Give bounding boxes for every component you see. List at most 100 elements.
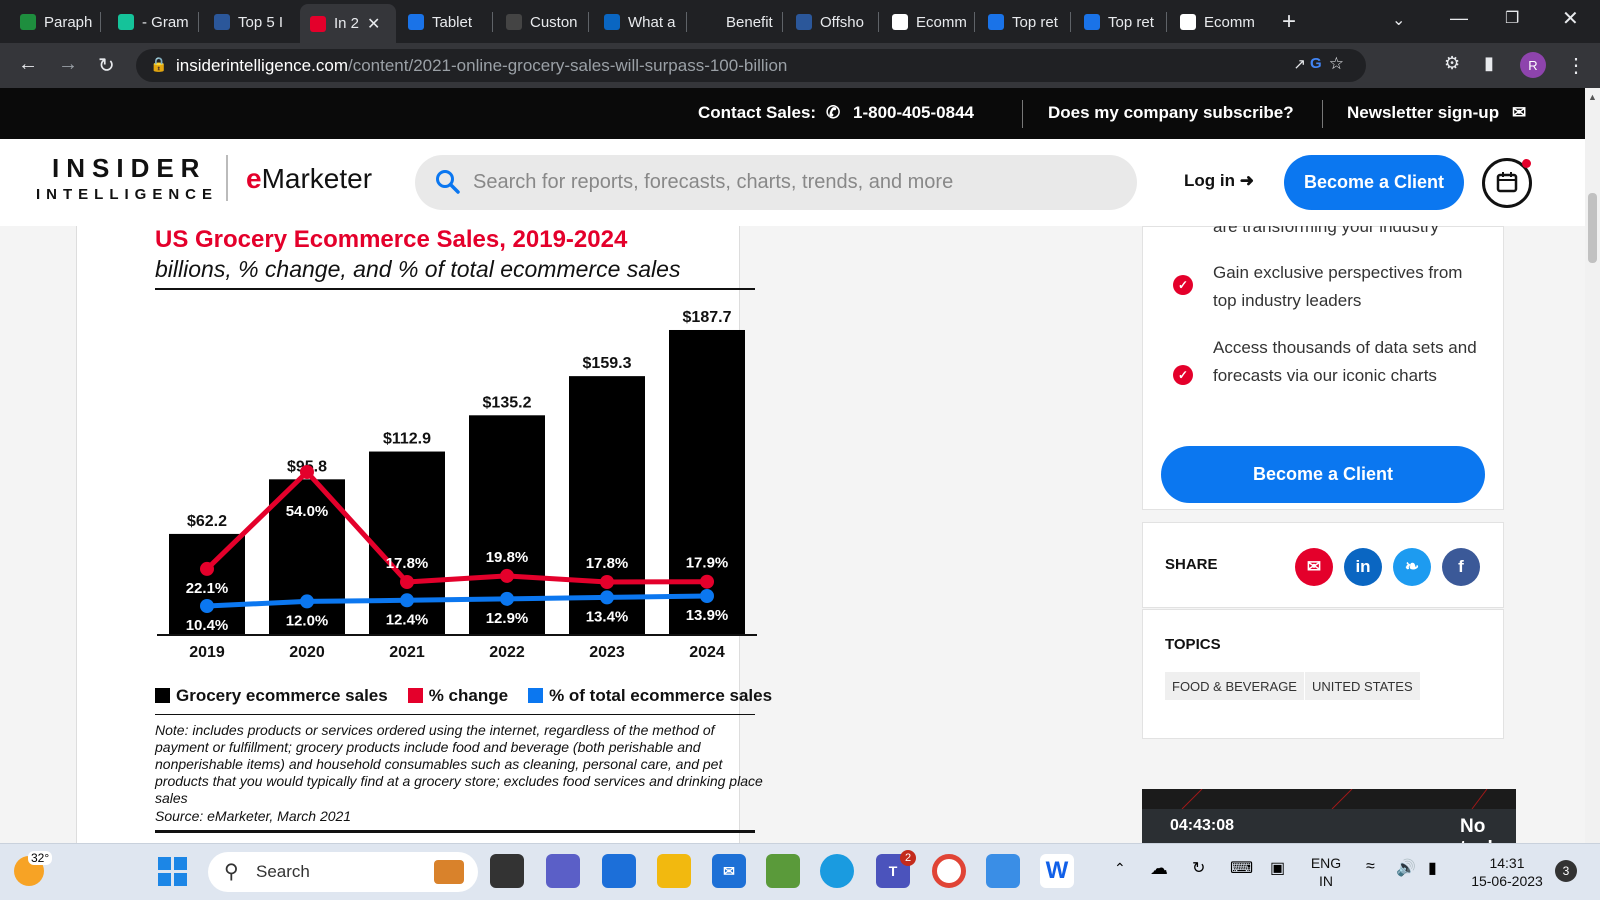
close-tab-icon[interactable]: ✕: [367, 14, 380, 34]
browser-tab[interactable]: Tablet: [398, 6, 490, 38]
wifi-icon[interactable]: ≈: [1366, 858, 1375, 876]
become-client-button-sidebar[interactable]: Become a Client: [1161, 446, 1485, 503]
bookmark-star-icon[interactable]: ☆: [1329, 54, 1344, 74]
mail-icon[interactable]: ✉: [712, 854, 746, 888]
browser-tab[interactable]: Ecomm: [882, 6, 972, 38]
browser-tab-strip: Paraph - Gram Top 5 I In 2 ✕ Tablet Custon What…: [0, 0, 1600, 43]
topic-tag[interactable]: FOOD & BEVERAGE: [1165, 672, 1304, 700]
x-tick-label: 2023: [589, 644, 625, 661]
promo-item: Gain exclusive perspectives from top ind…: [1213, 263, 1463, 310]
browser-tab[interactable]: Top ret: [1074, 6, 1164, 38]
battery-icon[interactable]: ▮: [1428, 858, 1437, 878]
teams-chat-icon[interactable]: [546, 854, 580, 888]
tray-chevron-icon[interactable]: ⌃: [1114, 860, 1126, 877]
legend-swatch-black: [155, 688, 170, 703]
google-lens-icon[interactable]: G: [1310, 55, 1322, 72]
scrollbar-thumb[interactable]: [1588, 193, 1597, 263]
back-icon[interactable]: ←: [18, 53, 38, 76]
browser-tab[interactable]: Benefit: [692, 6, 780, 38]
phone-link[interactable]: 1-800-405-0844: [853, 103, 974, 123]
finance-app-icon[interactable]: [766, 854, 800, 888]
linkedin-share-icon[interactable]: in: [1344, 548, 1382, 586]
bar: [369, 451, 445, 635]
site-search-input[interactable]: Search for reports, forecasts, charts, t…: [415, 155, 1137, 210]
tab-label: Paraph: [44, 13, 93, 31]
calendar-button[interactable]: [1482, 158, 1532, 208]
search-icon: ⚲: [224, 861, 239, 883]
email-share-icon[interactable]: ✉: [1295, 548, 1333, 586]
taskbar-search[interactable]: ⚲ Search: [208, 852, 478, 892]
chrome-icon[interactable]: [932, 854, 966, 888]
keyboard-icon[interactable]: ⌨: [1230, 858, 1253, 878]
taskbar-search-label: Search: [256, 862, 310, 881]
browser-tab[interactable]: Top ret: [978, 6, 1068, 38]
newsletter-link[interactable]: Newsletter sign-up: [1347, 103, 1499, 123]
mail-icon[interactable]: ✉: [1512, 103, 1526, 123]
new-tab-button[interactable]: +: [1282, 8, 1296, 36]
menu-kebab-icon[interactable]: ⋮: [1566, 53, 1586, 78]
onedrive-icon[interactable]: ☁: [1150, 858, 1168, 879]
store-icon[interactable]: [602, 854, 636, 888]
legend-label: % of total ecommerce sales: [549, 686, 773, 705]
windows-start-icon[interactable]: [158, 857, 188, 887]
browser-tab[interactable]: Custon: [496, 6, 586, 38]
facebook-share-icon[interactable]: f: [1442, 548, 1480, 586]
reload-icon[interactable]: ↻: [98, 53, 115, 78]
language-indicator[interactable]: ENG IN: [1306, 854, 1346, 890]
logo-insider[interactable]: INSIDER: [52, 153, 206, 184]
clock[interactable]: 14:31 15-06-2023: [1462, 854, 1552, 890]
check-icon: ✓: [1173, 365, 1193, 385]
browser-tab[interactable]: What a: [594, 6, 684, 38]
url-bar[interactable]: 🔒 insiderintelligence.com/content/2021-o…: [136, 49, 1366, 82]
page-scrollbar[interactable]: ▲: [1585, 88, 1600, 843]
side-panel-icon[interactable]: ▮: [1484, 53, 1494, 74]
edge-icon[interactable]: [820, 854, 854, 888]
change-label: 19.8%: [486, 549, 529, 566]
browser-tab[interactable]: - Gram: [108, 6, 196, 38]
lock-icon[interactable]: 🔒: [150, 56, 167, 73]
subscribe-link[interactable]: Does my company subscribe?: [1048, 103, 1294, 123]
photos-icon[interactable]: [986, 854, 1020, 888]
sync-icon[interactable]: ↻: [1192, 858, 1205, 878]
task-view-icon[interactable]: [490, 854, 524, 888]
close-window-icon[interactable]: ✕: [1562, 6, 1579, 31]
browser-tab[interactable]: Ecomm: [1170, 6, 1260, 38]
extensions-icon[interactable]: ⚙: [1444, 53, 1460, 74]
forward-icon[interactable]: →: [58, 53, 78, 76]
change-point: [700, 574, 714, 589]
tab-separator: [878, 12, 879, 32]
wps-icon[interactable]: W: [1040, 854, 1074, 888]
browser-tab[interactable]: Top 5 I: [204, 6, 292, 38]
tab-separator: [686, 12, 687, 32]
browser-tab[interactable]: In 2 ✕: [300, 4, 396, 43]
share-point: [400, 593, 414, 608]
minimize-icon[interactable]: —: [1450, 8, 1468, 29]
twitter-share-icon[interactable]: ❧: [1393, 548, 1431, 586]
tab-label: - Gram: [142, 13, 189, 31]
share-label: 12.4%: [386, 611, 429, 628]
video-player[interactable]: 04:43:08 No task: [1142, 789, 1516, 843]
volume-icon[interactable]: 🔊: [1396, 858, 1416, 878]
tab-separator: [974, 12, 975, 32]
scroll-up-icon[interactable]: ▲: [1588, 92, 1597, 102]
file-explorer-icon[interactable]: [657, 854, 691, 888]
browser-tab[interactable]: Paraph: [10, 6, 98, 38]
logo-emarketer[interactable]: eMarketer: [246, 163, 372, 195]
restore-icon[interactable]: ❐: [1505, 8, 1519, 28]
notification-count[interactable]: 3: [1555, 860, 1577, 882]
change-point: [500, 568, 514, 583]
display-icon[interactable]: ▣: [1270, 858, 1285, 878]
become-client-button[interactable]: Become a Client: [1284, 155, 1464, 210]
tab-label: Benefit: [726, 13, 773, 31]
browser-tab[interactable]: Offsho: [786, 6, 876, 38]
grammarly-icon: [118, 14, 134, 30]
logo-intelligence[interactable]: INTELLIGENCE: [36, 186, 218, 203]
x-tick-label: 2024: [689, 644, 725, 661]
profile-avatar[interactable]: R: [1520, 52, 1546, 78]
tab-separator: [492, 12, 493, 32]
topic-tag[interactable]: UNITED STATES: [1305, 672, 1420, 700]
login-link[interactable]: Log in ➜: [1184, 171, 1254, 191]
tab-search-chevron-icon[interactable]: ⌄: [1392, 10, 1405, 30]
share-icon[interactable]: ↗: [1293, 55, 1306, 73]
change-label: 17.8%: [386, 555, 429, 572]
